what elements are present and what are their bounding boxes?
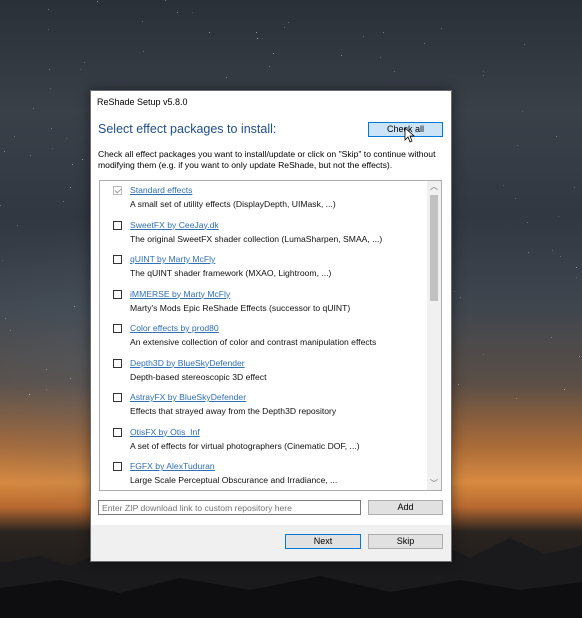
- instructions-text: Check all effect packages you want to in…: [98, 149, 436, 170]
- scroll-up-icon[interactable]: ︿: [427, 181, 441, 193]
- package-link[interactable]: FGFX by AlexTuduran: [130, 461, 215, 471]
- package-description: An extensive collection of color and con…: [130, 337, 377, 347]
- package-link[interactable]: iMMERSE by Marty McFly: [130, 289, 230, 299]
- package-list-item[interactable]: iMMERSE by Marty McFly Marty's Mods Epic …: [100, 286, 425, 320]
- package-checkbox[interactable]: [113, 393, 122, 402]
- package-checkbox[interactable]: [113, 255, 122, 264]
- package-description: Depth-based stereoscopic 3D effect: [130, 371, 267, 382]
- package-list-item[interactable]: Depth3D by BlueSkyDefender Depth-based st…: [100, 355, 425, 389]
- package-checkbox[interactable]: [113, 289, 122, 299]
- package-list-item[interactable]: Standard effects A small set of utility e…: [100, 182, 425, 216]
- package-list-item[interactable]: Color effects by prod80 An extensive coll…: [100, 320, 425, 354]
- package-description: Large Scale Perceptual Obscurance and Ir…: [130, 475, 338, 485]
- package-link[interactable]: OtisFX by Otis_Inf: [130, 427, 200, 437]
- setup-dialog: ReShade Setup v5.8.0 Select effect packa…: [90, 90, 452, 562]
- package-list-item[interactable]: AstrayFX by BlueSkyDefender Effects that …: [100, 389, 425, 423]
- package-checkbox[interactable]: [113, 427, 122, 437]
- package-description: The qUINT shader framework (MXAO, Lightr…: [130, 268, 332, 278]
- window-title: ReShade Setup v5.8.0: [97, 97, 188, 107]
- package-list-item[interactable]: OtisFX by Otis_Inf A set of effects for v…: [100, 424, 425, 458]
- package-checkbox[interactable]: [113, 220, 122, 230]
- package-description: Effects that strayed away from the Depth…: [130, 406, 337, 416]
- skip-button[interactable]: Skip: [368, 534, 443, 549]
- package-list-item[interactable]: SweetFX by CeeJay.dk The original SweetFX…: [100, 217, 425, 251]
- package-checkbox[interactable]: [113, 462, 122, 471]
- package-list[interactable]: FGFX by AlexTuduran Large Scale Perceptua…: [99, 180, 442, 491]
- package-list-item[interactable]: qUINT by Marty McFly The qUINT shader fra…: [100, 251, 425, 285]
- next-button[interactable]: Next: [285, 534, 361, 549]
- package-link[interactable]: Color effects by prod80: [130, 323, 219, 333]
- package-link[interactable]: AstrayFX by BlueSkyDefender: [130, 392, 246, 402]
- package-checkbox[interactable]: [113, 324, 122, 333]
- package-list-item[interactable]: FGFX by AlexTuduran Large Scale Perceptua…: [100, 458, 425, 490]
- package-description: A set of effects for virtual photographe…: [130, 440, 360, 451]
- mouse-cursor-icon: [404, 127, 416, 143]
- package-description: The original SweetFX shader collection (…: [130, 233, 383, 244]
- add-button[interactable]: Add: [368, 500, 443, 515]
- package-checkbox[interactable]: [113, 186, 122, 195]
- vertical-scrollbar[interactable]: ︿ ﹀: [427, 181, 441, 490]
- package-description: A small set of utility effects (DisplayD…: [130, 199, 336, 209]
- package-description: Marty's Mods Epic ReShade Effects (succe…: [130, 302, 351, 313]
- package-link[interactable]: Standard effects: [130, 185, 192, 195]
- page-heading: Select effect packages to install:: [98, 122, 277, 136]
- scroll-thumb[interactable]: [430, 195, 438, 301]
- package-link[interactable]: Depth3D by BlueSkyDefender: [130, 358, 245, 368]
- package-checkbox[interactable]: [113, 358, 122, 368]
- custom-repo-url-input[interactable]: [98, 500, 361, 515]
- scroll-down-icon[interactable]: ﹀: [427, 478, 441, 490]
- package-link[interactable]: SweetFX by CeeJay.dk: [130, 220, 219, 230]
- package-link[interactable]: qUINT by Marty McFly: [130, 254, 215, 264]
